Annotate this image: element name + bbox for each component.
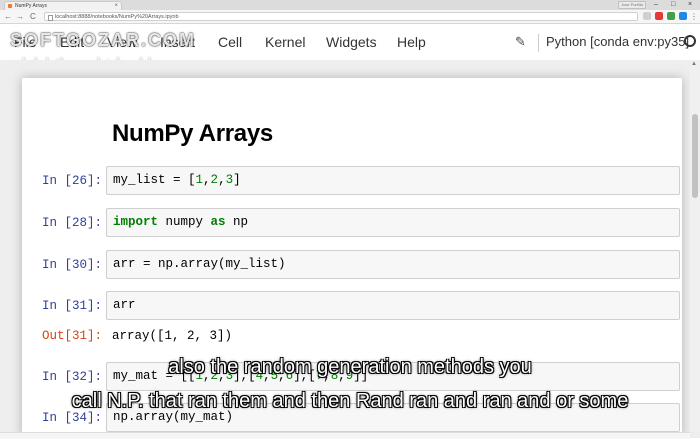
back-arrow-icon[interactable]: ← xyxy=(4,11,12,22)
maximize-icon[interactable]: □ xyxy=(671,0,675,9)
extension-icon[interactable] xyxy=(679,12,687,20)
code-cell[interactable]: my_list = [1,2,3] xyxy=(106,166,680,195)
tab-close-icon[interactable]: × xyxy=(114,2,118,10)
edit-mode-pencil-icon: ✎ xyxy=(515,34,526,49)
minimize-icon[interactable]: – xyxy=(654,0,658,9)
menu-help[interactable]: Help xyxy=(397,33,426,51)
code-number: 1 xyxy=(195,173,204,187)
address-url: localhost:8888/notebooks/NumPy%20Arrays.… xyxy=(55,14,179,20)
input-prompt: In [28]: xyxy=(41,216,102,230)
reload-icon[interactable]: C xyxy=(30,11,36,22)
code-number: 2 xyxy=(210,173,219,187)
menu-cell[interactable]: Cell xyxy=(218,33,242,51)
code-cell[interactable]: import numpy as np xyxy=(106,208,680,237)
code-number: 3 xyxy=(225,173,234,187)
input-prompt: In [26]: xyxy=(41,174,102,188)
tab-title: NumPy Arrays xyxy=(15,3,47,9)
browser-tab[interactable]: NumPy Arrays × xyxy=(4,1,122,10)
extension-icon[interactable] xyxy=(667,12,675,20)
browser-tab-strip: NumPy Arrays × Jose Portilla – □ × xyxy=(0,0,700,10)
code-cell[interactable]: arr = np.array(my_list) xyxy=(106,250,680,279)
menubar-divider xyxy=(538,34,539,52)
forward-arrow-icon[interactable]: → xyxy=(16,11,24,22)
input-prompt: In [31]: xyxy=(41,299,102,313)
scroll-thumb[interactable] xyxy=(692,114,698,198)
menu-kernel[interactable]: Kernel xyxy=(265,33,305,51)
kernel-status-icon xyxy=(684,35,696,47)
scroll-up-icon[interactable]: ▲ xyxy=(691,61,697,67)
address-bar[interactable]: localhost:8888/notebooks/NumPy%20Arrays.… xyxy=(44,12,638,21)
page-icon xyxy=(48,15,53,21)
extension-icon[interactable] xyxy=(655,12,663,20)
code-keyword: as xyxy=(210,215,226,229)
output-prompt: Out[31]: xyxy=(41,329,102,343)
jupyter-favicon-icon xyxy=(8,4,12,8)
browser-menu-icon[interactable]: ⋮ xyxy=(690,11,698,22)
input-prompt: In [30]: xyxy=(41,258,102,272)
profile-badge[interactable]: Jose Portilla xyxy=(618,1,646,9)
code-cell[interactable]: arr xyxy=(106,291,680,320)
notebook-heading: NumPy Arrays xyxy=(112,120,273,147)
subtitle-line-2: call N.P. that ran them and then Rand ra… xyxy=(71,390,629,412)
kernel-name: Python [conda env:py35] xyxy=(546,34,690,49)
subtitle-line-1: also the random generation methods you xyxy=(168,356,532,378)
cell-output: array([1, 2, 3]) xyxy=(112,329,233,343)
code-keyword: import xyxy=(113,215,159,229)
window-close-icon[interactable]: × xyxy=(688,0,692,9)
star-icon[interactable] xyxy=(643,12,651,20)
watermark-logo: SOFTGOZAR.COM xyxy=(10,30,196,50)
menu-widgets[interactable]: Widgets xyxy=(326,33,377,51)
address-toolbar: ← → C localhost:8888/notebooks/NumPy%20A… xyxy=(0,10,700,24)
